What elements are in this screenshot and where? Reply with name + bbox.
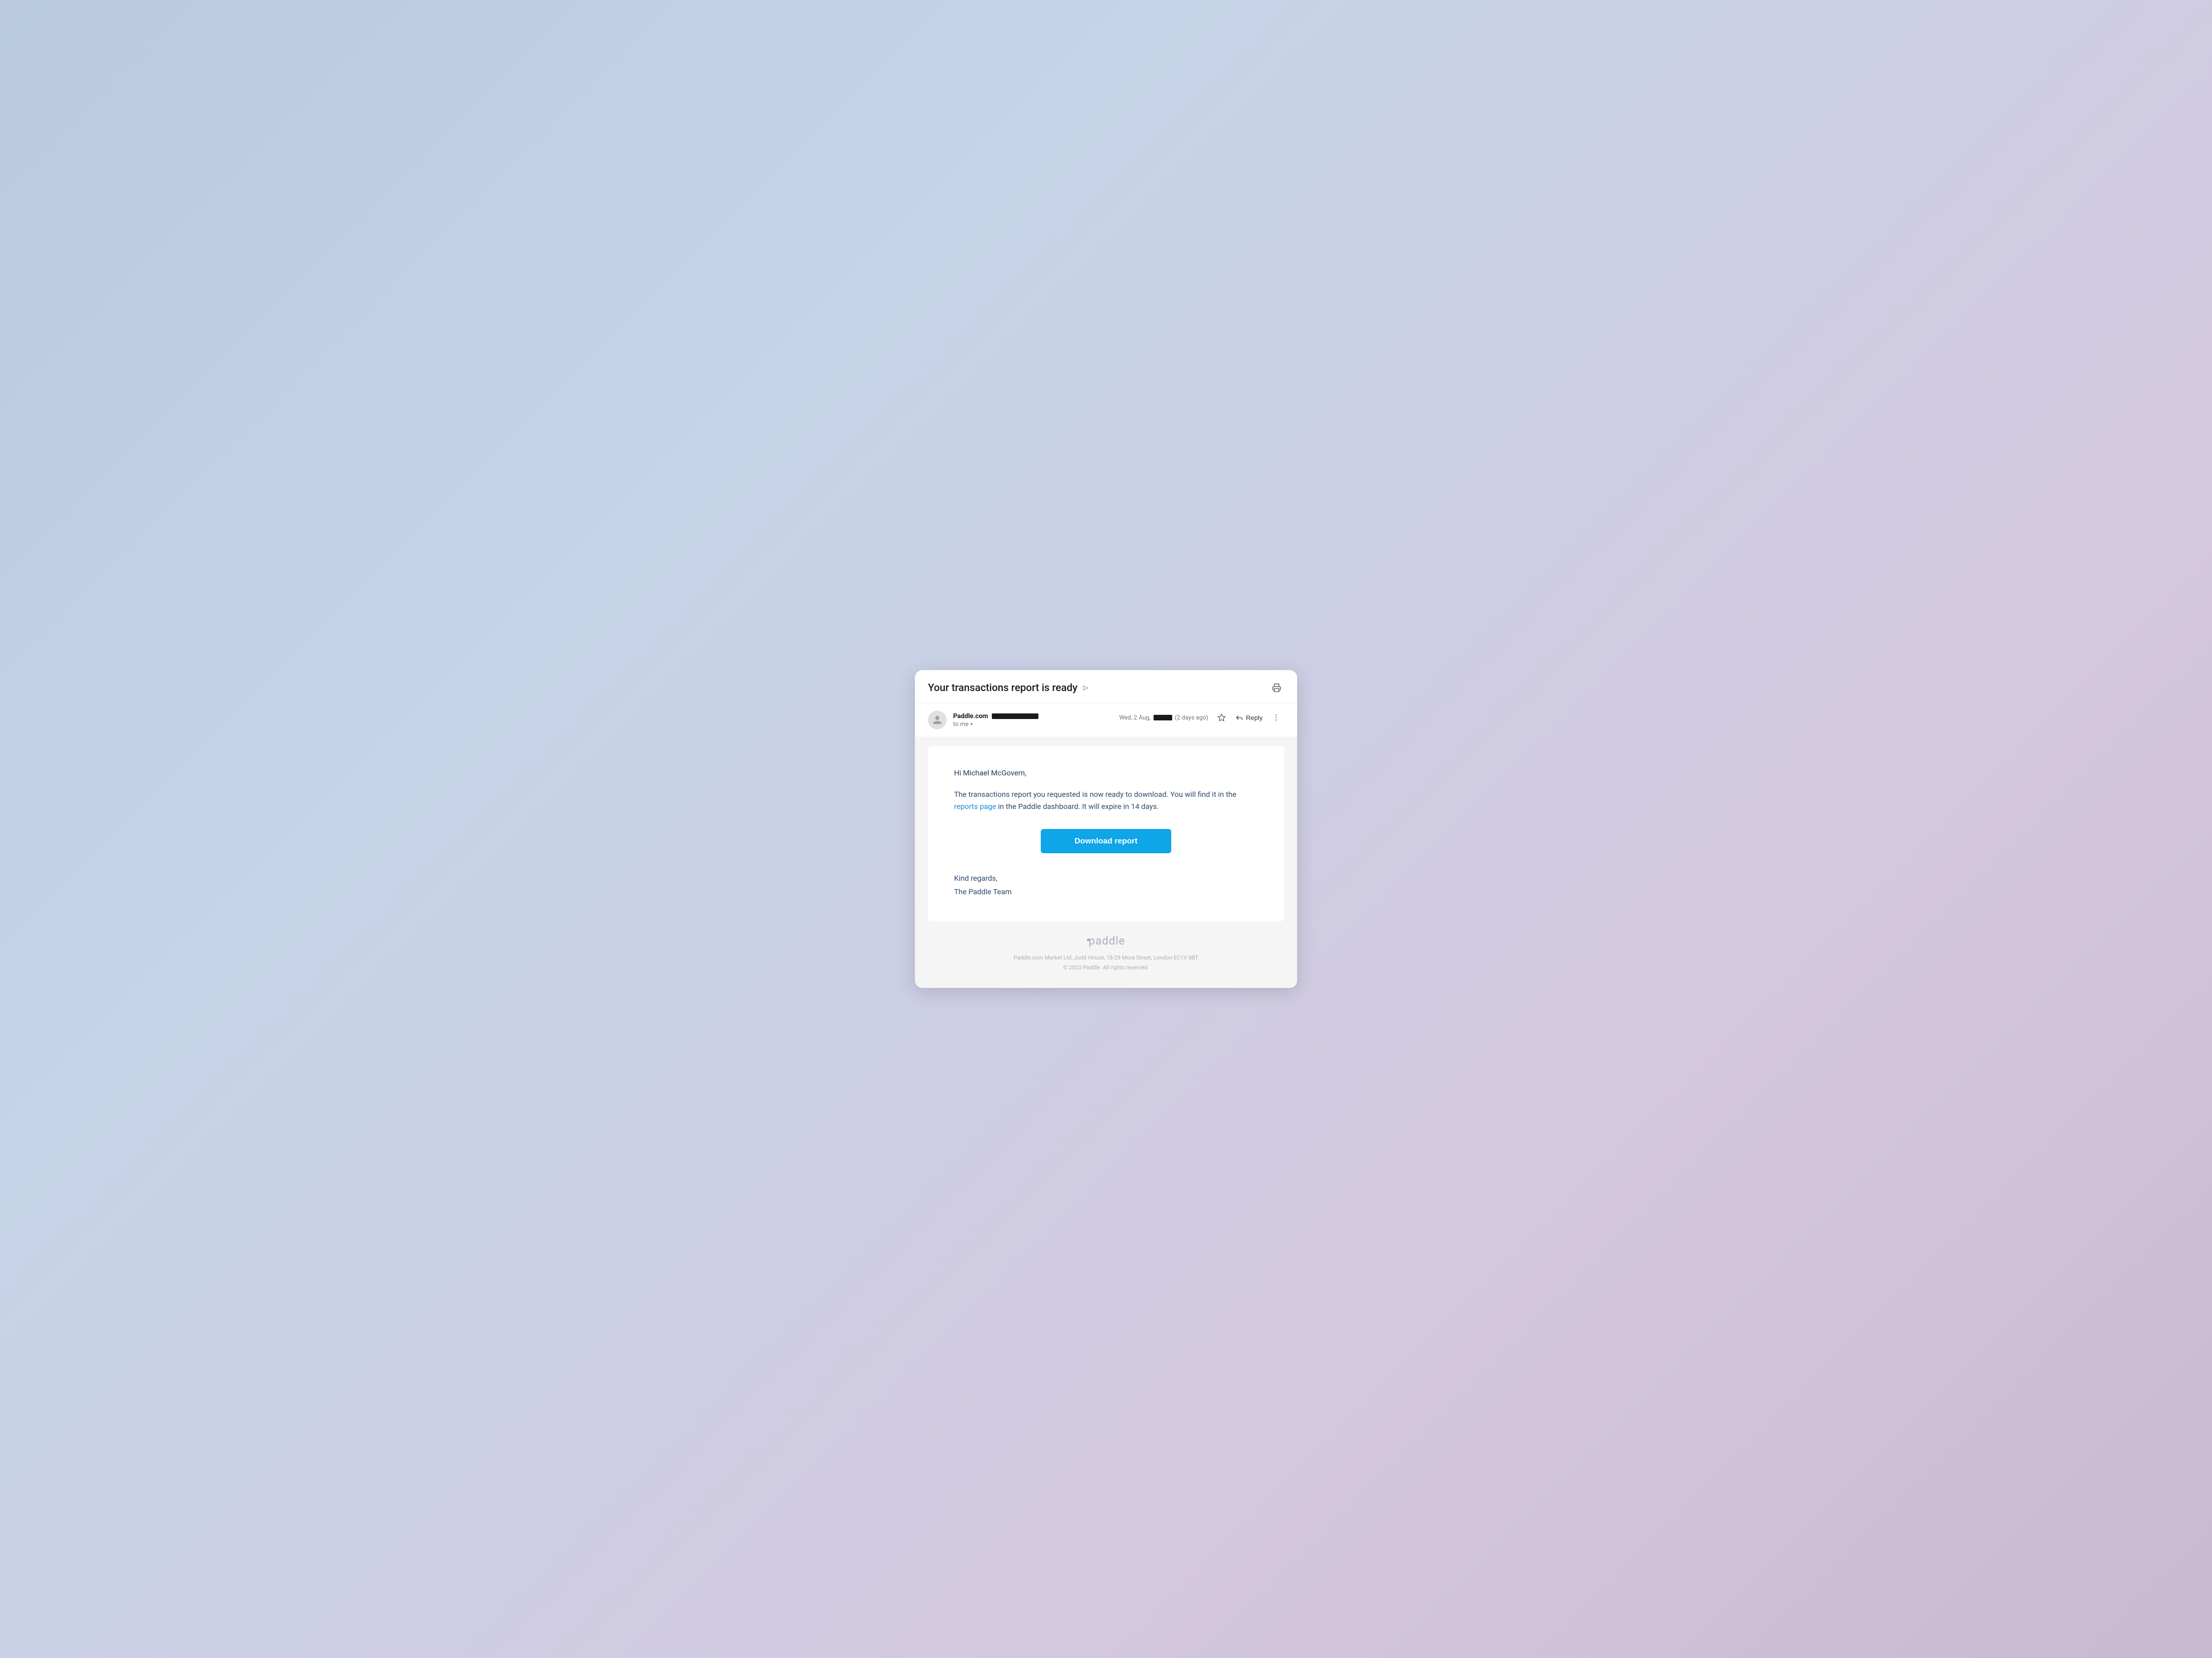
sign-off: Kind regards, The Paddle Team <box>954 872 1258 899</box>
footer-copyright: © 2023 Paddle. All rights reserved. <box>928 963 1284 973</box>
avatar <box>928 711 947 729</box>
sender-left: Paddle.com to me ▾ <box>928 711 1038 729</box>
email-body-wrapper: Hi Michael McGovern, The transactions re… <box>915 737 1297 921</box>
footer-address-text: Paddle.com Market Ltd, Judd House, 18-29… <box>928 953 1284 963</box>
sender-info: Paddle.com to me ▾ <box>953 713 1038 728</box>
email-subject: Your transactions report is ready <box>928 682 1078 694</box>
reply-button[interactable]: Reply <box>1231 711 1266 725</box>
print-button[interactable] <box>1269 680 1284 695</box>
email-content-card: Hi Michael McGovern, The transactions re… <box>928 746 1284 921</box>
footer-address: Paddle.com Market Ltd, Judd House, 18-29… <box>928 953 1284 973</box>
reports-page-link[interactable]: reports page <box>954 802 996 811</box>
sender-right: Wed, 2 Aug, (2 days ago) Reply <box>1119 711 1284 725</box>
more-icon <box>1272 713 1280 722</box>
more-button[interactable] <box>1268 711 1284 725</box>
email-client-window: Your transactions report is ready ⊳ Padd… <box>915 670 1297 988</box>
body-text: The transactions report you requested is… <box>954 788 1258 812</box>
date-suffix: (2 days ago) <box>1175 714 1209 721</box>
sender-email-redacted <box>992 713 1038 719</box>
paddle-logo-text: paddle <box>1089 934 1125 947</box>
sign-off-line1: Kind regards, <box>954 872 1258 885</box>
person-icon <box>932 715 942 725</box>
to-label: to me <box>953 721 969 728</box>
download-button-wrapper: Download report <box>954 829 1258 853</box>
sign-off-line2: The Paddle Team <box>954 885 1258 899</box>
sender-to[interactable]: to me ▾ <box>953 721 1038 728</box>
date-text: Wed, 2 Aug, <box>1119 714 1150 721</box>
greeting: Hi Michael McGovern, <box>954 768 1258 777</box>
download-report-button[interactable]: Download report <box>1041 829 1171 853</box>
subject-area: Your transactions report is ready ⊳ <box>928 682 1089 694</box>
year-redacted <box>1154 715 1172 720</box>
reply-label: Reply <box>1246 714 1263 721</box>
star-icon <box>1217 713 1226 722</box>
star-button[interactable] <box>1214 711 1230 725</box>
email-header: Your transactions report is ready ⊳ <box>915 670 1297 703</box>
email-date: Wed, 2 Aug, (2 days ago) <box>1119 714 1208 721</box>
email-actions: Reply <box>1214 711 1284 725</box>
dropdown-arrow-icon: ▾ <box>970 722 973 727</box>
email-footer: paddle Paddle.com Market Ltd, Judd House… <box>915 921 1297 988</box>
reply-icon <box>1235 713 1243 722</box>
sender-name: Paddle.com <box>953 713 988 720</box>
print-icon <box>1272 683 1281 692</box>
label-icon: ⊳ <box>1082 683 1089 693</box>
sender-row: Paddle.com to me ▾ Wed, 2 Aug, (2 days a… <box>915 703 1297 737</box>
paddle-logo: paddle <box>928 934 1284 947</box>
sender-name-row: Paddle.com <box>953 713 1038 720</box>
